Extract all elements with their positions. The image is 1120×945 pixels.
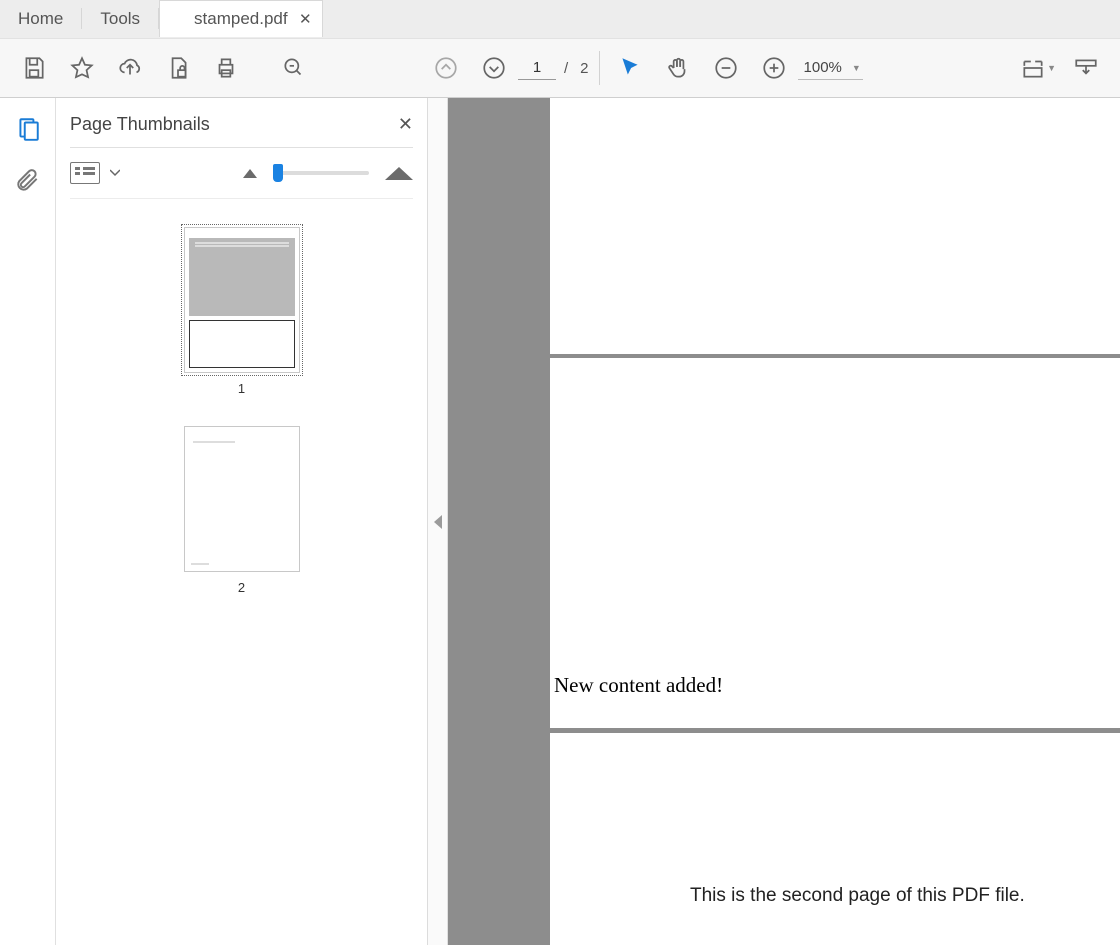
page1-added-text: New content added! bbox=[554, 673, 723, 698]
thumbnails-panel: Page Thumbnails ✕ 1 bbox=[56, 98, 428, 945]
tab-home[interactable]: Home bbox=[0, 0, 81, 37]
navigation-rail bbox=[0, 98, 56, 945]
thumbnail-page-2[interactable] bbox=[184, 426, 300, 572]
thumbnail-size-slider[interactable] bbox=[273, 171, 369, 175]
slider-knob[interactable] bbox=[273, 164, 283, 182]
chevron-down-icon[interactable] bbox=[110, 169, 120, 177]
zoom-select[interactable]: 100% ▼ bbox=[798, 56, 863, 80]
tab-tools[interactable]: Tools bbox=[82, 0, 158, 37]
thumbnails-panel-button[interactable] bbox=[15, 116, 41, 142]
pdf-page-1: New content added! bbox=[550, 98, 1120, 728]
selection-tool-button[interactable] bbox=[606, 38, 654, 98]
page-up-button[interactable] bbox=[422, 38, 470, 98]
pdf-page-2: This is the second page of this PDF file… bbox=[550, 733, 1120, 945]
print-button[interactable] bbox=[202, 38, 250, 98]
tab-document[interactable]: stamped.pdf ✕ bbox=[159, 0, 323, 37]
tab-document-title: stamped.pdf bbox=[194, 9, 288, 29]
page2-body-text: This is the second page of this PDF file… bbox=[690, 885, 1025, 907]
zoom-out-button[interactable] bbox=[702, 38, 750, 98]
read-mode-button[interactable] bbox=[1062, 38, 1110, 98]
close-tab-icon[interactable]: ✕ bbox=[299, 10, 312, 28]
protect-button[interactable] bbox=[154, 38, 202, 98]
cloud-upload-button[interactable] bbox=[106, 38, 154, 98]
find-button[interactable] bbox=[270, 38, 318, 98]
close-panel-button[interactable]: ✕ bbox=[398, 114, 413, 135]
thumbnail-label: 1 bbox=[238, 381, 245, 396]
panel-title: Page Thumbnails bbox=[70, 114, 210, 135]
page-number-input[interactable] bbox=[518, 56, 556, 80]
thumbnail-label: 2 bbox=[238, 580, 245, 595]
zoom-in-button[interactable] bbox=[750, 38, 798, 98]
chevron-down-icon[interactable]: ▼ bbox=[1047, 63, 1056, 73]
document-view[interactable]: New content added! This is the second pa… bbox=[448, 98, 1120, 945]
zoom-value-label: 100% bbox=[804, 59, 842, 76]
page-separator-label: / bbox=[564, 60, 568, 77]
thumb-size-large-icon[interactable] bbox=[385, 167, 413, 180]
thumb-size-small-icon[interactable] bbox=[243, 169, 257, 178]
thumbnail-page-1[interactable] bbox=[184, 227, 300, 373]
main-toolbar: / 2 100% ▼ ▼ bbox=[0, 38, 1120, 98]
page-total-label: 2 bbox=[580, 60, 588, 77]
panel-collapse-handle[interactable] bbox=[428, 98, 448, 945]
attachments-panel-button[interactable] bbox=[15, 168, 41, 194]
chevron-down-icon: ▼ bbox=[852, 63, 861, 73]
thumbnail-options-button[interactable] bbox=[70, 162, 100, 184]
save-button[interactable] bbox=[10, 38, 58, 98]
star-button[interactable] bbox=[58, 38, 106, 98]
hand-tool-button[interactable] bbox=[654, 38, 702, 98]
viewport-indicator[interactable] bbox=[189, 320, 295, 368]
page-down-button[interactable] bbox=[470, 38, 518, 98]
chevron-left-icon bbox=[434, 515, 442, 529]
